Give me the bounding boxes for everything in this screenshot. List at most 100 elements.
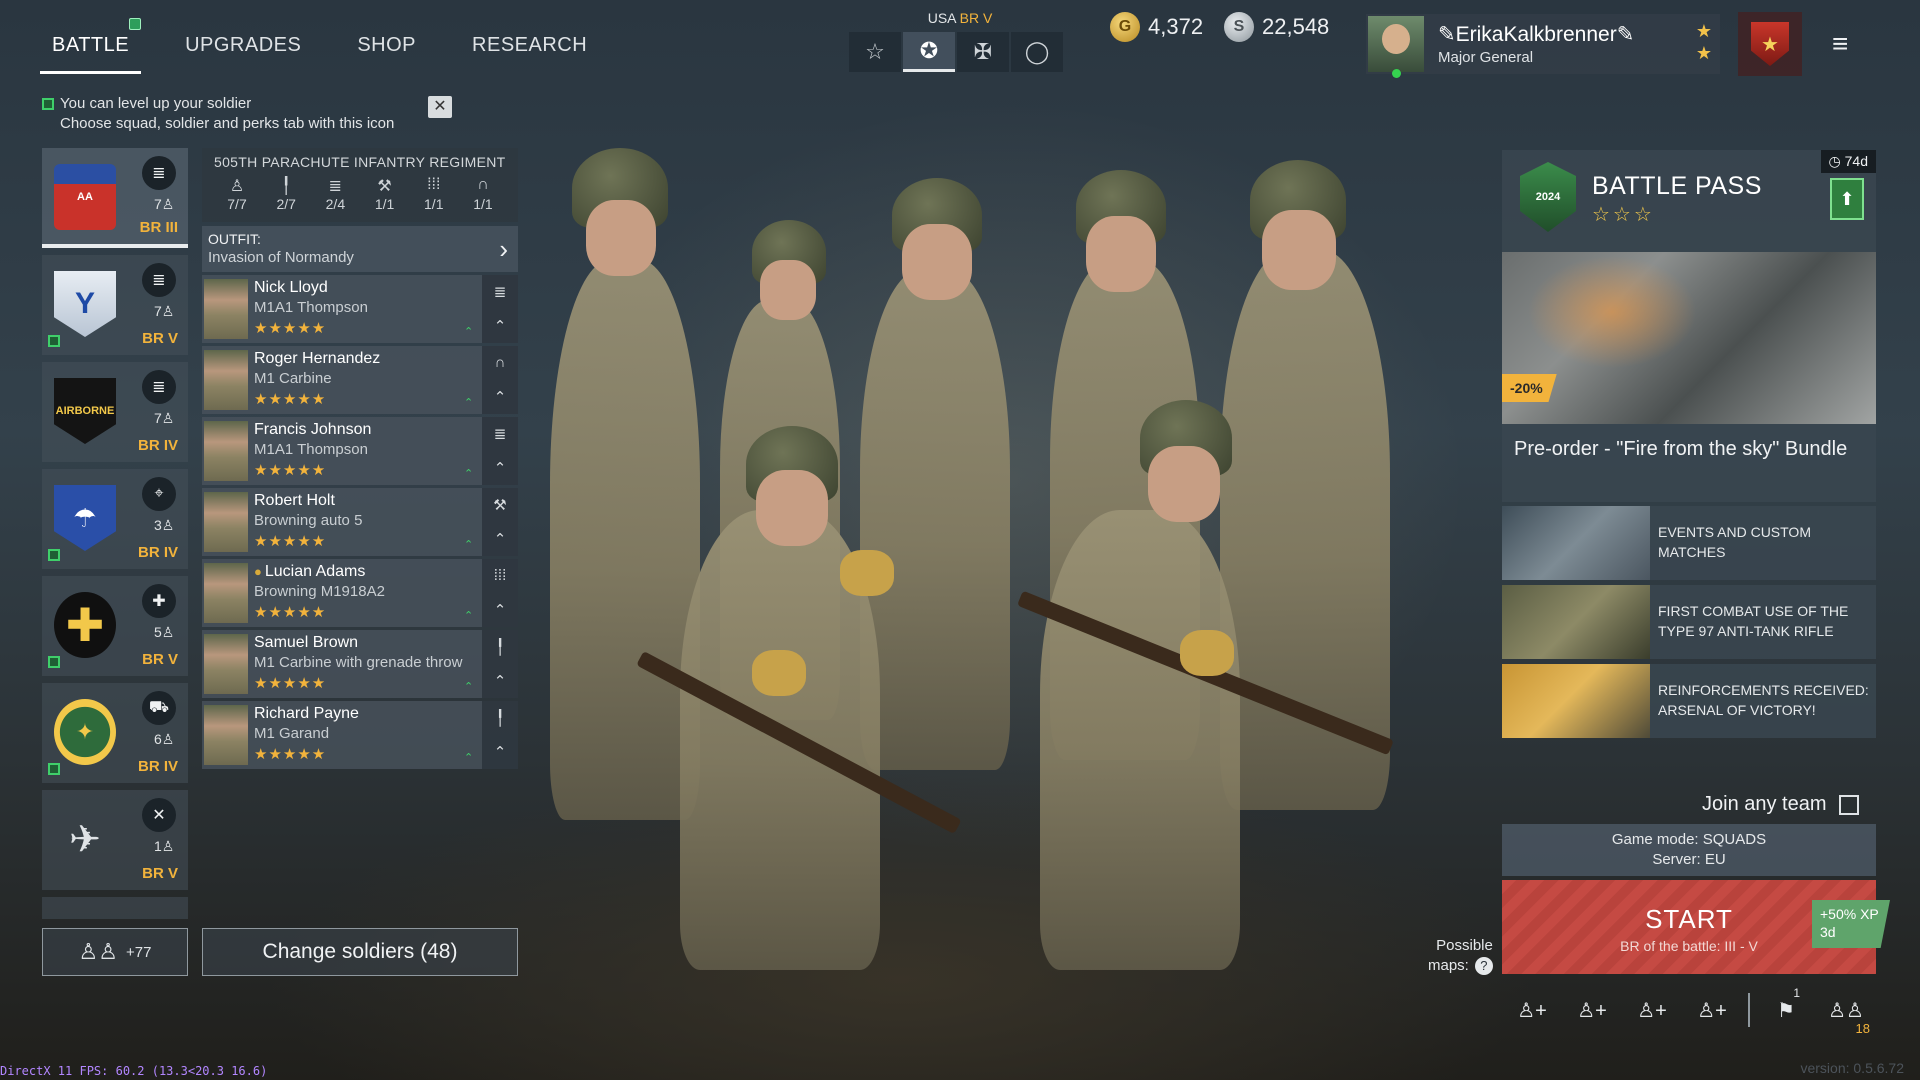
squad-card-partial[interactable] — [42, 897, 188, 919]
battle-pass-card[interactable]: 2024 BATTLE PASS ☆☆☆ ◷ 74d ⬆ — [1502, 150, 1876, 252]
squad-type-icon: ≣ — [142, 370, 176, 404]
squad-card[interactable]: ✚ ✚ 5♙ BR V — [42, 576, 188, 676]
discount-badge: -20% — [1502, 374, 1557, 402]
player-profile[interactable]: ✎ErikaKalkbrenner✎ Major General ★ ★ — [1366, 14, 1720, 78]
flag-icon[interactable]: ⚑ 1 — [1756, 986, 1816, 1030]
soldier-rating-stars-icon: ★★★★★ — [254, 320, 327, 337]
divider — [1748, 993, 1750, 1027]
squad-size: 7 — [154, 196, 162, 212]
soldier-portrait — [204, 350, 248, 410]
squad-card[interactable]: ✈ ✕ 1♙ BR V — [42, 790, 188, 890]
squad-card[interactable]: Y ≣ 7♙ BR V — [42, 255, 188, 355]
new-indicator-icon — [48, 763, 60, 775]
soldier-row[interactable]: Samuel Brown M1 Carbine with grenade thr… — [202, 630, 518, 698]
help-question-icon[interactable]: ? — [1474, 957, 1493, 975]
battle-pass-logo-icon: 2024 — [1520, 162, 1576, 232]
soldier-class-column: ╿ ⌃ — [482, 701, 518, 769]
news-item-events[interactable]: EVENTS AND CUSTOM MATCHES — [1502, 506, 1876, 580]
person-icon: ♙ — [161, 624, 175, 640]
favorite-star-icon[interactable]: ☆ — [849, 32, 901, 72]
stat-radioman: ∩ 1/1 — [460, 176, 506, 212]
version-label: version: 0.5.6.72 — [1800, 1060, 1904, 1076]
xp-bonus-badge: +50% XP 3d — [1812, 900, 1890, 948]
soldier-row[interactable]: Francis Johnson M1A1 Thompson ★★★★★ ⌃ ≣ ⌃ — [202, 417, 518, 485]
player-name: ErikaKalkbrenner — [1455, 23, 1617, 46]
game-mode-info[interactable]: Game mode: SQUADS Server: EU — [1502, 824, 1876, 876]
japan-circle-icon[interactable]: ◯ — [1011, 32, 1063, 72]
outfit-selector[interactable]: OUTFIT: Invasion of Normandy › — [202, 226, 518, 272]
squad-card[interactable]: ☂ ⌖ 3♙ BR IV — [42, 469, 188, 569]
tab-research[interactable]: RESEARCH — [460, 22, 599, 74]
soldier-row[interactable]: ● Lucian Adams Browning M1918A2 ★★★★★ ⌃ ⁞… — [202, 559, 518, 627]
class-slot-stats: ♙ 7/7 ╿ 2/7 ≣ 2/4 ⚒ 1/1 ⁞⁞⁞ 1/1 ∩ 1/1 — [214, 176, 506, 212]
new-indicator-icon — [48, 549, 60, 561]
rank-stars-icon: ★ ★ — [1695, 21, 1712, 63]
soldier-row[interactable]: Nick Lloyd M1A1 Thompson ★★★★★ ⌃ ≣ ⌃ — [202, 275, 518, 343]
soldier-row[interactable]: Richard Payne M1 Garand ★★★★★ ⌃ ╿ ⌃ — [202, 701, 518, 769]
soldier-name: Robert Holt — [254, 492, 335, 509]
battle-pass-upgrade-arrow-icon[interactable]: ⬆ — [1830, 178, 1864, 220]
soldier-class-column: ≣ ⌃ — [482, 275, 518, 343]
promo-bundle-card[interactable]: -20% Pre-order - "Fire from the sky" Bun… — [1502, 252, 1876, 502]
hint-close-button[interactable]: ✕ — [428, 96, 452, 118]
server-text: Server: EU — [1652, 851, 1726, 868]
soldier-portrait — [204, 563, 248, 623]
invite-friend-slot-2-icon[interactable]: ♙+ — [1562, 990, 1622, 1030]
news-thumbnail — [1502, 585, 1650, 659]
join-any-team-checkbox[interactable] — [1838, 794, 1859, 815]
soldier-portrait — [204, 492, 248, 552]
soldier-rating-stars-icon: ★★★★★ — [254, 391, 327, 408]
person-icon: ♙ — [161, 731, 175, 747]
gold-balance[interactable]: G 4,372 — [1110, 12, 1203, 42]
news-thumbnail — [1502, 506, 1650, 580]
new-indicator-icon — [42, 98, 54, 110]
squad-card[interactable]: AIRBORNE ≣ 7♙ BR IV — [42, 362, 188, 462]
add-squad-button[interactable]: ♙♙ +77 — [42, 928, 188, 976]
germany-cross-icon[interactable]: ✠ — [957, 32, 1009, 72]
soldier-portrait — [204, 279, 248, 339]
invite-friend-slot-4-icon[interactable]: ♙+ — [1682, 990, 1742, 1030]
person-icon: ♙ — [161, 410, 175, 426]
squad-size: 7 — [154, 303, 162, 319]
rank-badge[interactable]: ★ — [1738, 12, 1802, 76]
rifle-icon: ╿ — [281, 178, 291, 195]
medic-cross-emblem-icon: ✚ — [54, 592, 116, 658]
squad-br: BR V — [142, 330, 178, 347]
squad-br: BR V — [142, 651, 178, 668]
squad-card[interactable]: AA ≣ 7♙ BR III — [42, 148, 188, 248]
tab-upgrades[interactable]: UPGRADES — [173, 22, 313, 74]
tab-upgrades-label: UPGRADES — [185, 34, 302, 56]
chevron-up-icon: ⌃ — [493, 601, 507, 619]
join-any-team-toggle[interactable]: Join any team — [1702, 793, 1859, 816]
possible-maps[interactable]: Possible maps:? — [1428, 936, 1493, 976]
soldier-class-icon: ⁞⁞⁞ — [493, 567, 507, 585]
usa-star-icon[interactable]: ✪ — [903, 32, 955, 72]
soldier-name: Lucian Adams — [264, 563, 366, 580]
soldier-class-column: ≣ ⌃ — [482, 417, 518, 485]
hamburger-menu-icon[interactable]: ≡ — [1832, 28, 1848, 60]
division-shield-emblem-icon: Y — [54, 271, 116, 337]
friends-group-icon[interactable]: ♙♙ 18 — [1816, 990, 1876, 1037]
squad-br: BR V — [142, 865, 178, 882]
change-soldiers-button[interactable]: Change soldiers (48) — [202, 928, 518, 976]
soldier-row[interactable]: Robert Holt Browning auto 5 ★★★★★ ⌃ ⚒ ⌃ — [202, 488, 518, 556]
soldier-row[interactable]: Roger Hernandez M1 Carbine ★★★★★ ⌃ ∩ ⌃ — [202, 346, 518, 414]
tab-battle[interactable]: BATTLE — [40, 18, 142, 74]
soldier-class-column: ⁞⁞⁞ ⌃ — [482, 559, 518, 627]
squad-card[interactable]: ✦ ⛟ 6♙ BR IV — [42, 683, 188, 783]
squad-type-icon: ≣ — [142, 156, 176, 190]
soldier-rating-stars-icon: ★★★★★ — [254, 746, 327, 763]
news-item-reinforcements[interactable]: REINFORCEMENTS RECEIVED: ARSENAL OF VICT… — [1502, 664, 1876, 738]
gold-amount: 4,372 — [1148, 14, 1204, 39]
news-item-type97[interactable]: FIRST COMBAT USE OF THE TYPE 97 ANTI-TAN… — [1502, 585, 1876, 659]
tab-shop[interactable]: SHOP — [345, 22, 428, 74]
squad-list: AA ≣ 7♙ BR III Y ≣ 7♙ BR V AIRBORNE ≣ 7♙… — [42, 148, 188, 919]
soldier-name: Nick Lloyd — [254, 279, 328, 296]
edit-pencil-icon: ✎ — [1616, 23, 1635, 46]
stat-total: ♙ 7/7 — [214, 176, 260, 212]
invite-friend-slot-3-icon[interactable]: ♙+ — [1622, 990, 1682, 1030]
start-battle-button[interactable]: START BR of the battle: III - V +50% XP … — [1502, 880, 1890, 974]
promo-image — [1502, 252, 1876, 424]
silver-balance[interactable]: S 22,548 — [1224, 12, 1329, 42]
invite-friend-slot-1-icon[interactable]: ♙+ — [1502, 990, 1562, 1030]
